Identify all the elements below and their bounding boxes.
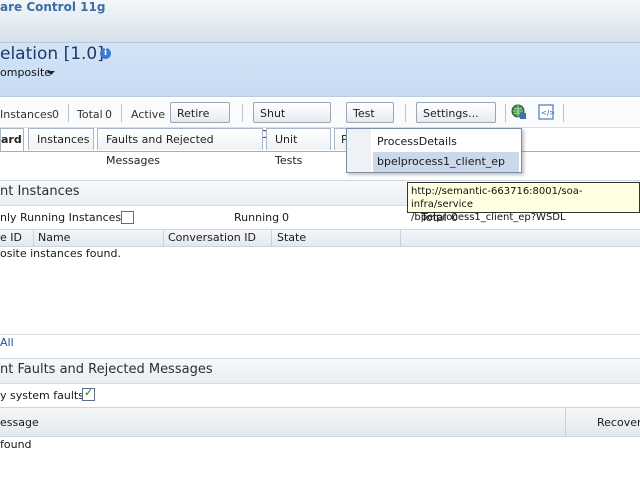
column-error-message[interactable]: essage — [0, 416, 39, 429]
running-label: Running — [234, 211, 280, 224]
faults-empty-message: found — [0, 438, 32, 451]
faults-table-header — [0, 407, 640, 437]
column-divider — [565, 408, 566, 436]
menu-gutter — [347, 129, 371, 172]
column-divider — [400, 230, 401, 246]
tab-faults[interactable]: Faults and Rejected Messages — [97, 128, 263, 167]
test-button[interactable]: Test — [346, 102, 394, 137]
only-running-label: nly Running Instances — [0, 211, 122, 224]
recent-faults-title: nt Faults and Rejected Messages — [0, 362, 213, 377]
page-title: elation [1.0] — [0, 44, 104, 64]
column-divider — [163, 230, 164, 246]
test-dropdown-menu: ProcessDetails bpelprocess1_client_ep — [346, 128, 522, 173]
toolbar-divider — [405, 104, 406, 122]
recent-instances-title: nt Instances — [0, 184, 80, 199]
tab-dashboard[interactable]: ard — [0, 128, 24, 151]
deploy-globe-icon[interactable] — [511, 104, 527, 120]
total-count: 0 — [105, 108, 112, 121]
show-all-link[interactable]: All — [0, 336, 14, 349]
chevron-down-icon[interactable] — [47, 71, 55, 75]
column-divider — [33, 230, 34, 246]
tooltip-line: http://semantic-663716:8001/soa-infra/se… — [411, 186, 583, 210]
toolbar-divider — [563, 104, 564, 122]
tab-unit-tests[interactable]: Unit Tests — [266, 128, 331, 167]
menu-item-process-details[interactable]: ProcessDetails — [373, 132, 519, 152]
column-conversation-id[interactable]: Conversation ID — [168, 231, 256, 244]
retire-button[interactable]: Retire ... — [170, 102, 230, 141]
total-label: Total — [77, 108, 103, 121]
toolbar-divider — [68, 104, 69, 122]
toolbar-divider — [242, 104, 243, 122]
instances-label: Instances — [0, 108, 53, 121]
info-icon[interactable]: i — [100, 48, 111, 59]
active-label: Active — [131, 108, 166, 121]
column-instance-id[interactable]: e ID — [0, 231, 22, 244]
toolbar-divider — [505, 104, 506, 122]
composite-menu[interactable]: omposite — [0, 66, 51, 79]
endpoint-tooltip: http://semantic-663716:8001/soa-infra/se… — [407, 182, 640, 223]
toolbar-divider — [121, 104, 122, 122]
menu-item-client-ep[interactable]: bpelprocess1_client_ep — [373, 152, 519, 172]
section-divider — [0, 334, 640, 335]
instances-table-header — [0, 229, 640, 247]
system-faults-label: y system faults — [0, 389, 84, 402]
shutdown-button[interactable]: Shut Down... — [253, 102, 331, 141]
column-divider — [271, 230, 272, 246]
column-name[interactable]: Name — [38, 231, 70, 244]
settings-button[interactable]: Settings... — [416, 102, 496, 137]
test-button-label: Test — [353, 107, 375, 120]
column-state[interactable]: State — [277, 231, 306, 244]
settings-button-label: Settings... — [423, 107, 479, 120]
tooltip-line: /bpelprocess1_client_ep?WSDL — [411, 212, 566, 223]
running-count: 0 — [282, 211, 289, 224]
app-brand: are Control 11g — [0, 0, 106, 14]
wsdl-icon[interactable]: </> — [538, 104, 555, 120]
system-faults-checkbox[interactable] — [82, 386, 95, 401]
column-recovery[interactable]: Recover — [597, 416, 640, 429]
only-running-checkbox[interactable] — [121, 211, 134, 224]
tab-instances[interactable]: Instances — [28, 128, 94, 150]
instances-count: 0 — [52, 108, 59, 121]
instances-empty-message: osite instances found. — [0, 247, 121, 260]
svg-text:</>: </> — [541, 109, 554, 117]
